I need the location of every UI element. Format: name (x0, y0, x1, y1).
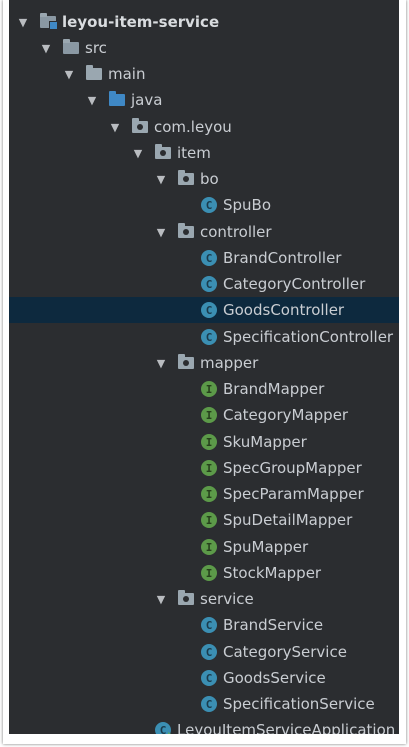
tree-node-main[interactable]: ▼ main (9, 61, 399, 87)
tree-node-label: item (177, 144, 211, 162)
interface-i-icon: I (201, 460, 217, 476)
tree-node-interface[interactable]: I StockMapper (9, 560, 399, 586)
class-c-icon: C (201, 276, 217, 292)
tree-node-label: controller (200, 223, 272, 241)
tree-node-label: GoodsController (223, 301, 345, 319)
tree-node-label: com.leyou (154, 118, 232, 136)
tree-node-label: BrandMapper (223, 380, 325, 398)
tree-node-label: LeyouItemServiceApplication (177, 721, 396, 734)
tree-node-application-class[interactable]: C LeyouItemServiceApplication (9, 717, 399, 734)
tree-node-class[interactable]: C SpecificationService (9, 691, 399, 717)
tree-node-package-service[interactable]: ▼ service (9, 586, 399, 612)
class-c-icon: C (201, 644, 217, 660)
tree-node-src[interactable]: ▼ src (9, 35, 399, 61)
triangle-down-icon[interactable]: ▼ (155, 226, 167, 239)
tree-node-label: CategoryService (223, 643, 347, 661)
tree-node-label: SpecGroupMapper (223, 459, 362, 477)
tree-node-label: CategoryController (223, 275, 366, 293)
tree-node-package-controller[interactable]: ▼ controller (9, 219, 399, 245)
package-folder-icon (178, 223, 194, 238)
tree-node-interface[interactable]: I SpuMapper (9, 534, 399, 560)
tree-node-class[interactable]: C GoodsService (9, 665, 399, 691)
tree-node-java[interactable]: ▼ java (9, 87, 399, 113)
spring-boot-app-icon: C (155, 722, 174, 734)
triangle-down-icon[interactable]: ▼ (155, 173, 167, 186)
class-c-icon: C (201, 302, 217, 318)
screenshot-frame: ▼ leyou-item-service ▼ src ▼ main ▼ java… (3, 0, 406, 744)
triangle-down-icon[interactable]: ▼ (155, 593, 167, 606)
tree-node-interface[interactable]: I SkuMapper (9, 429, 399, 455)
package-folder-icon (155, 144, 171, 159)
tree-node-module-root[interactable]: ▼ leyou-item-service (9, 9, 399, 35)
tree-node-label: BrandService (223, 616, 324, 634)
tree-node-label: main (108, 65, 146, 83)
triangle-down-icon[interactable]: ▼ (109, 121, 121, 134)
tree-node-interface[interactable]: I SpecParamMapper (9, 481, 399, 507)
class-c-icon: C (201, 329, 217, 345)
tree-node-label: StockMapper (223, 564, 322, 582)
class-c-icon: C (201, 197, 217, 213)
package-folder-icon (178, 354, 194, 369)
tree-node-interface[interactable]: I BrandMapper (9, 376, 399, 402)
tree-node-class[interactable]: C BrandController (9, 245, 399, 271)
tree-node-label: src (85, 39, 107, 57)
tree-node-label: BrandController (223, 249, 342, 267)
tree-node-package-bo[interactable]: ▼ bo (9, 166, 399, 192)
interface-i-icon: I (201, 434, 217, 450)
tree-node-package-item[interactable]: ▼ item (9, 140, 399, 166)
triangle-down-icon[interactable]: ▼ (155, 357, 167, 370)
interface-i-icon: I (201, 539, 217, 555)
interface-i-icon: I (201, 486, 217, 502)
triangle-down-icon[interactable]: ▼ (132, 147, 144, 160)
tree-node-class[interactable]: C SpecificationController (9, 324, 399, 350)
tree-node-label: SpecificationController (223, 328, 394, 346)
class-c-icon: C (201, 696, 217, 712)
folder-icon (86, 65, 102, 80)
interface-i-icon: I (201, 565, 217, 581)
source-root-folder-icon (109, 91, 125, 106)
tree-node-class[interactable]: C CategoryService (9, 639, 399, 665)
tree-node-label: leyou-item-service (62, 13, 220, 31)
tree-node-class[interactable]: C SpuBo (9, 192, 399, 218)
tree-node-label: bo (200, 170, 219, 188)
triangle-down-icon[interactable]: ▼ (17, 16, 29, 29)
package-folder-icon (178, 590, 194, 605)
triangle-down-icon[interactable]: ▼ (86, 94, 98, 107)
module-folder-icon (40, 13, 58, 30)
tree-node-label: java (131, 91, 163, 109)
tree-node-class[interactable]: C BrandService (9, 612, 399, 638)
folder-icon (63, 39, 79, 54)
tree-node-label: SpuMapper (223, 538, 309, 556)
tree-node-label: SpuDetailMapper (223, 511, 353, 529)
tree-node-package-mapper[interactable]: ▼ mapper (9, 350, 399, 376)
triangle-down-icon[interactable]: ▼ (63, 68, 75, 81)
interface-i-icon: I (201, 381, 217, 397)
tree-node-package-com-leyou[interactable]: ▼ com.leyou (9, 114, 399, 140)
tree-node-label: SkuMapper (223, 433, 307, 451)
tree-node-label: CategoryMapper (223, 406, 349, 424)
tree-node-label: SpuBo (223, 196, 272, 214)
tree-node-class-selected[interactable]: C GoodsController (9, 297, 399, 323)
tree-node-label: SpecificationService (223, 695, 375, 713)
tree-node-interface[interactable]: I SpecGroupMapper (9, 455, 399, 481)
tree-node-label: mapper (200, 354, 259, 372)
tree-node-label: service (200, 590, 254, 608)
project-tree-panel[interactable]: ▼ leyou-item-service ▼ src ▼ main ▼ java… (9, 0, 399, 734)
triangle-down-icon[interactable]: ▼ (40, 42, 52, 55)
class-c-icon: C (201, 670, 217, 686)
class-c-icon: C (201, 250, 217, 266)
interface-i-icon: I (201, 407, 217, 423)
tree-node-label: GoodsService (223, 669, 326, 687)
tree-node-class[interactable]: C CategoryController (9, 271, 399, 297)
interface-i-icon: I (201, 512, 217, 528)
class-c-icon: C (201, 617, 217, 633)
package-folder-icon (178, 170, 194, 185)
package-folder-icon (132, 118, 148, 133)
tree-node-interface[interactable]: I SpuDetailMapper (9, 507, 399, 533)
tree-node-interface[interactable]: I CategoryMapper (9, 402, 399, 428)
tree-node-label: SpecParamMapper (223, 485, 364, 503)
